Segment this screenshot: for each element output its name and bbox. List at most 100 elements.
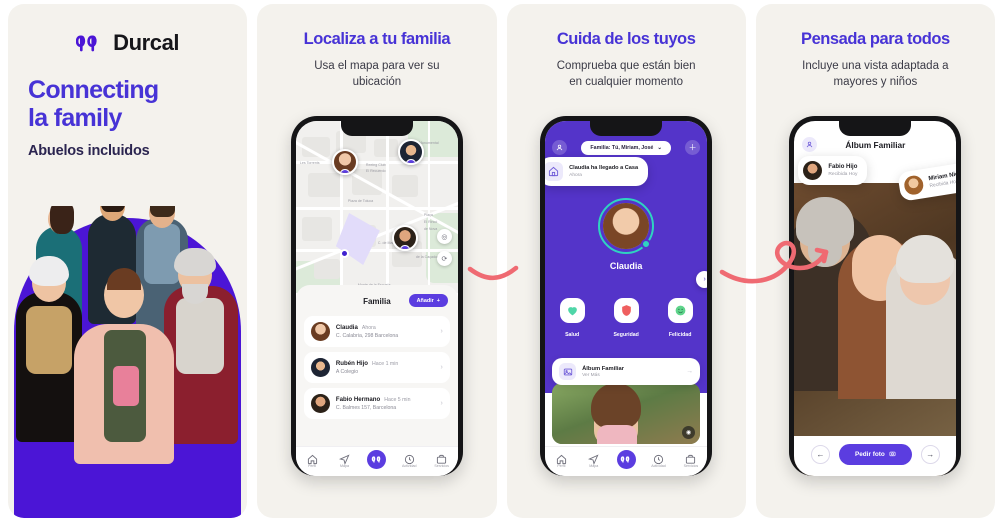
status-tile-felicidad[interactable]: Felicidad xyxy=(658,298,702,341)
headline-line-1: Connecting xyxy=(28,76,159,104)
next-member-button[interactable]: › xyxy=(696,271,708,288)
map-pin-ruben[interactable] xyxy=(397,139,424,165)
phone-notch xyxy=(590,121,663,136)
avatar xyxy=(310,358,330,377)
album-top-bar: Álbum Familiar xyxy=(802,137,948,152)
tab-perfil[interactable]: Perfil xyxy=(299,452,325,468)
request-photo-button[interactable]: Pedir foto xyxy=(838,443,912,465)
tab-mapa[interactable]: Mapa xyxy=(331,452,357,469)
plus-circle-icon[interactable]: ＋ xyxy=(685,140,701,155)
phone-mockup-dashboard: Familia: Tú, Miriam, José ⌄ ＋ Claudia ha… xyxy=(540,116,713,476)
album-title: Álbum Familiar xyxy=(582,365,624,372)
map-label: Plaça xyxy=(423,213,433,217)
toast-title: Claudia ha llegado a Casa xyxy=(569,165,639,172)
family-list-item[interactable]: Fabio Hermano Hace 5 min C. Balmes 157, … xyxy=(303,388,450,419)
camera-icon xyxy=(889,450,896,459)
sender-name: Fabio Hijo xyxy=(828,164,858,171)
status-tiles: Salud Seguridad Felicidad xyxy=(545,298,707,341)
phone-mockup-map: La Monumental Reeing Club El Recuerdo Pl… xyxy=(290,116,463,476)
member-address: A Colegio xyxy=(335,368,359,375)
arrow-right-icon: → xyxy=(686,368,694,375)
compass-icon[interactable]: ◎ xyxy=(436,229,452,244)
family-group-photo xyxy=(8,206,247,518)
map-pin-fabio[interactable] xyxy=(391,225,418,251)
member-name: Rubén Hijo xyxy=(335,360,369,368)
family-selector-dropdown[interactable]: Familia: Tú, Miriam, José ⌄ xyxy=(581,140,671,155)
tab-actividad[interactable]: Actividad xyxy=(645,452,671,468)
tab-label: Mapa xyxy=(589,464,599,469)
tab-label: Servicios xyxy=(434,464,449,469)
prev-photo-button[interactable]: ← xyxy=(810,444,830,464)
user-circle-icon[interactable] xyxy=(802,137,818,152)
panel2-title: Localiza a tu familia xyxy=(303,30,451,48)
heart-icon xyxy=(559,298,585,323)
panel4-header: Pensada para todos Incluye una vista ada… xyxy=(756,4,995,91)
add-member-button[interactable]: Añadir + xyxy=(408,294,448,307)
map-label: Reeing Club xyxy=(365,163,386,167)
tab-mapa[interactable]: Mapa xyxy=(581,452,607,469)
eye-icon[interactable]: ◉ xyxy=(682,426,696,439)
panel3-header: Cuida de los tuyos Comprueba que están b… xyxy=(507,4,746,91)
album-main-photo[interactable] xyxy=(794,183,957,476)
tab-label: Perfil xyxy=(557,464,566,469)
phone-notch xyxy=(340,121,413,136)
chevron-down-icon: ⌄ xyxy=(657,144,662,151)
panel2-subtitle: Usa el mapa para ver su ubicación xyxy=(314,60,440,89)
panel-for-everyone: Pensada para todos Incluye una vista ada… xyxy=(755,4,995,518)
tab-durcal-home[interactable] xyxy=(364,449,390,471)
tab-servicios[interactable]: Servicios xyxy=(678,452,704,469)
photo-sender-card[interactable]: Fabio Hijo Recibida Hoy xyxy=(798,156,868,185)
shield-icon xyxy=(613,298,639,323)
navigation-icon xyxy=(588,452,599,465)
avatar xyxy=(902,174,925,197)
status-tile-salud[interactable]: Salud xyxy=(550,298,594,341)
tab-durcal-home[interactable] xyxy=(613,449,639,471)
navigation-icon xyxy=(338,452,350,465)
panel-brand: Durcal Connecting la family Abuelos incl… xyxy=(8,4,248,518)
bottom-tab-bar: Perfil Mapa Actividad Servicios xyxy=(295,446,458,476)
member-time: Hace 1 min xyxy=(372,361,399,368)
status-tile-seguridad[interactable]: Seguridad xyxy=(604,298,648,341)
sheet-title: Familia xyxy=(363,296,391,306)
member-time: Ahora xyxy=(361,325,376,332)
request-photo-label: Pedir foto xyxy=(854,450,885,458)
map-pin-claudia[interactable] xyxy=(331,149,358,175)
family-list-item[interactable]: Rubén Hijo Hace 1 min A Colegio › xyxy=(303,352,450,383)
avatar xyxy=(310,394,330,413)
tab-label: Servicios xyxy=(683,464,699,469)
panel3-subtitle: Comprueba que están bien en cualquier mo… xyxy=(556,60,696,89)
panel-brand-headline: Connecting la family Abuelos incluidos xyxy=(8,76,247,159)
panel2-header: Localiza a tu familia Usa el mapa para v… xyxy=(257,4,496,91)
status-tile-label: Seguridad xyxy=(613,332,639,338)
tab-perfil[interactable]: Perfil xyxy=(548,452,574,469)
arrival-notification-toast[interactable]: Claudia ha llegado a Casa Ahora xyxy=(545,157,649,186)
next-photo-button[interactable]: → xyxy=(920,444,940,464)
member-address: C. Balmes 157, Barcelona xyxy=(335,404,397,411)
map-view[interactable]: La Monumental Reeing Club El Recuerdo Pl… xyxy=(295,121,458,293)
hero-member[interactable]: Claudia xyxy=(598,198,655,271)
family-list-item[interactable]: Claudia Ahora C. Calabria, 298 Barcelona… xyxy=(303,316,450,347)
add-member-label: Añadir xyxy=(416,297,434,304)
tab-actividad[interactable]: Actividad xyxy=(396,452,422,468)
dashboard-top-bar: Familia: Tú, Miriam, José ⌄ ＋ xyxy=(552,140,701,155)
map-label: El Rincó xyxy=(423,220,438,224)
app-store-screenshot-gallery: Durcal Connecting la family Abuelos incl… xyxy=(0,0,1003,522)
album-controls: ← Pedir foto → xyxy=(794,436,957,476)
avatar xyxy=(310,322,330,341)
user-circle-icon[interactable] xyxy=(552,140,568,155)
smiley-icon xyxy=(667,298,693,323)
album-card[interactable]: Álbum Familiar Ver Más → xyxy=(552,358,701,385)
screen-title: Álbum Familiar xyxy=(845,139,906,150)
album-photo-preview[interactable]: ◉ xyxy=(552,383,701,444)
home-icon xyxy=(556,452,567,464)
briefcase-icon xyxy=(436,452,447,464)
recenter-icon[interactable]: ⟳ xyxy=(436,251,452,266)
member-address: C. Calabria, 298 Barcelona xyxy=(335,332,399,339)
family-figures xyxy=(8,206,247,518)
map-label: de Nova xyxy=(423,227,438,231)
tab-label: Mapa xyxy=(339,464,349,469)
tab-servicios[interactable]: Servicios xyxy=(429,452,455,469)
home-icon xyxy=(545,162,564,181)
map-label: Plaza de Toluca xyxy=(347,199,374,203)
chevron-right-icon: › xyxy=(440,328,443,335)
